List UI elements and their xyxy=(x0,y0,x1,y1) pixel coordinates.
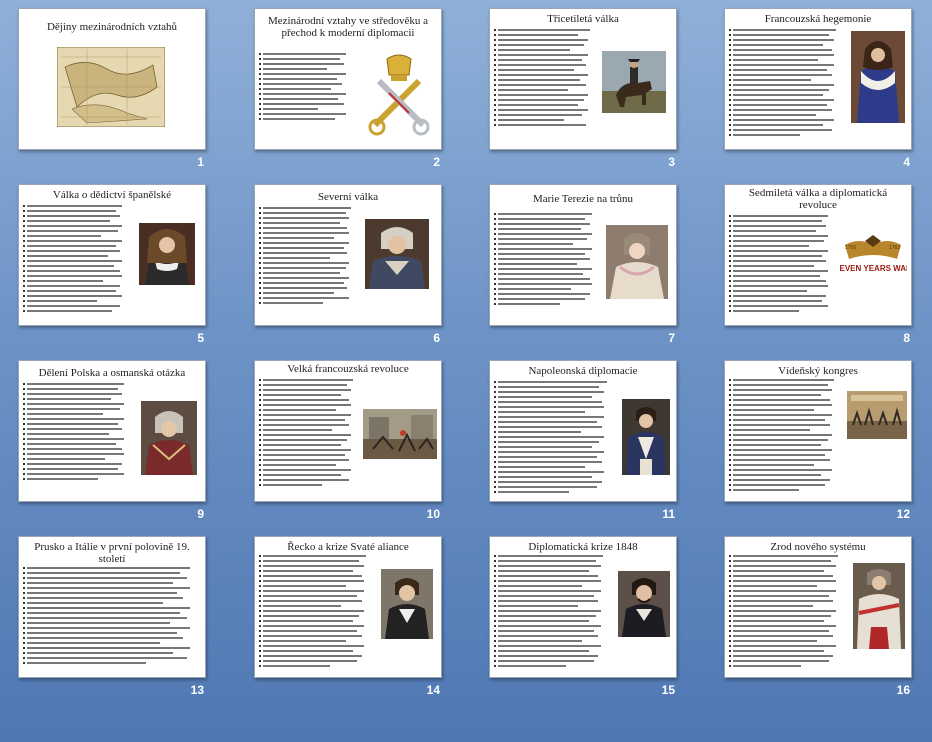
slide-number: 13 xyxy=(190,683,204,697)
slide-title: Řecko a krize Svaté aliance xyxy=(287,541,409,553)
slide-bullets xyxy=(258,379,361,489)
slide-bullets xyxy=(22,383,135,483)
slide-number: 16 xyxy=(896,683,910,697)
slide-number: 10 xyxy=(426,507,440,521)
slide-bullets xyxy=(728,555,847,670)
slide-bullets xyxy=(728,215,839,315)
slide-number: 6 xyxy=(433,331,440,345)
papal-emblem-image xyxy=(368,54,430,136)
gentleman-portrait-image xyxy=(618,571,670,637)
slide-title: Napoleonská diplomacie xyxy=(528,365,638,377)
slide-bullets xyxy=(22,205,133,315)
slide-thumbnail-3[interactable]: Třicetiletá válka xyxy=(489,8,677,150)
slide-thumbnail-15[interactable]: Diplomatická krize 1848 xyxy=(489,536,677,678)
gentleman-portrait-image xyxy=(381,569,433,639)
logo-text: SEVEN YEARS WAR xyxy=(839,264,907,273)
king-portrait-image xyxy=(139,223,195,285)
slide-bullets xyxy=(728,29,845,139)
slide-thumbnail-11[interactable]: Napoleonská diplomacie xyxy=(489,360,677,502)
slide-bullets xyxy=(494,29,598,129)
slide-title: Třicetiletá válka xyxy=(547,13,619,25)
slide-bullets xyxy=(493,555,612,670)
slide-thumbnail-8[interactable]: Sedmiletá válka a diplomatická revoluce … xyxy=(724,184,912,326)
slide-thumbnail-6[interactable]: Severní válka xyxy=(254,184,442,326)
slide-thumbnail-9[interactable]: Dělení Polska a osmanská otázka xyxy=(18,360,206,502)
slide-title: Zrod nového systému xyxy=(770,541,866,553)
congress-painting-image xyxy=(847,391,907,439)
king-portrait-image xyxy=(851,31,905,123)
slide-title: Dělení Polska a osmanská otázka xyxy=(38,367,186,379)
slide-bullets xyxy=(493,213,602,308)
slide-number: 8 xyxy=(903,331,910,345)
old-map-image xyxy=(57,47,165,127)
slide-thumbnail-14[interactable]: Řecko a krize Svaté aliance xyxy=(254,536,442,678)
slide-bullets xyxy=(728,379,843,494)
slide-thumbnail-16[interactable]: Zrod nového systému xyxy=(724,536,912,678)
slide-number: 7 xyxy=(668,331,675,345)
slide-number: 2 xyxy=(433,155,440,169)
slide-thumbnail-4[interactable]: Francouzská hegemonie xyxy=(724,8,912,150)
king-portrait-image xyxy=(365,219,429,289)
slide-bullets xyxy=(258,207,359,307)
slide-number: 4 xyxy=(903,155,910,169)
slide-number: 11 xyxy=(662,507,675,521)
slide-title: Diplomatická krize 1848 xyxy=(528,541,638,553)
slide-bullets xyxy=(258,555,375,670)
logo-year-right: 1763 xyxy=(889,245,900,251)
slide-number: 15 xyxy=(661,683,675,697)
slide-thumbnail-7[interactable]: Marie Terezie na trůnu xyxy=(489,184,677,326)
slide-title: Prusko a Itálie v první polovině 19. sto… xyxy=(34,541,190,565)
slide-title: Sedmiletá válka a diplomatická revoluce xyxy=(748,187,888,211)
slide-title: Dějiny mezinárodních vztahů xyxy=(46,21,178,33)
slide-title: Mezinárodní vztahy ve středověku a přech… xyxy=(267,15,429,39)
slide-number: 1 xyxy=(197,155,204,169)
slide-bullets xyxy=(258,53,355,123)
slide-title: Marie Terezie na trůnu xyxy=(532,193,634,205)
empress-portrait-image xyxy=(606,225,668,299)
horseman-painting-image xyxy=(602,51,666,113)
slide-number: 3 xyxy=(668,155,675,169)
king-portrait-image xyxy=(141,401,197,475)
slide-bullets xyxy=(22,567,197,667)
slide-thumbnail-13[interactable]: Prusko a Itálie v první polovině 19. sto… xyxy=(18,536,206,678)
slide-thumbnail-1[interactable]: Dějiny mezinárodních vztahů xyxy=(18,8,206,150)
slide-number: 14 xyxy=(426,683,440,697)
seven-years-war-logo: 1756 1763 SEVEN YEARS WAR xyxy=(839,235,907,273)
slide-sorter: Dějiny mezinárodních vztahů 1 Mezinárodn… xyxy=(0,0,932,742)
slide-title: Vídeňský kongres xyxy=(778,365,858,377)
slide-thumbnail-10[interactable]: Velká francouzská revoluce xyxy=(254,360,442,502)
slide-title: Válka o dědictví španělské xyxy=(52,189,172,201)
slide-thumbnail-12[interactable]: Vídeňský kongres xyxy=(724,360,912,502)
slide-title: Velká francouzská revoluce xyxy=(287,363,409,375)
slide-thumbnail-5[interactable]: Válka o dědictví španělské xyxy=(18,184,206,326)
emperor-portrait-image xyxy=(853,563,905,649)
slide-number: 9 xyxy=(197,507,204,521)
napoleon-portrait-image xyxy=(622,399,670,475)
slide-title: Francouzská hegemonie xyxy=(764,13,872,25)
slide-bullets xyxy=(493,381,616,496)
slide-number: 12 xyxy=(896,507,910,521)
slide-title: Severní válka xyxy=(317,191,379,203)
slide-number: 5 xyxy=(197,331,204,345)
slide-thumbnail-2[interactable]: Mezinárodní vztahy ve středověku a přech… xyxy=(254,8,442,150)
logo-year-left: 1756 xyxy=(845,245,856,251)
battle-painting-image xyxy=(363,409,437,459)
